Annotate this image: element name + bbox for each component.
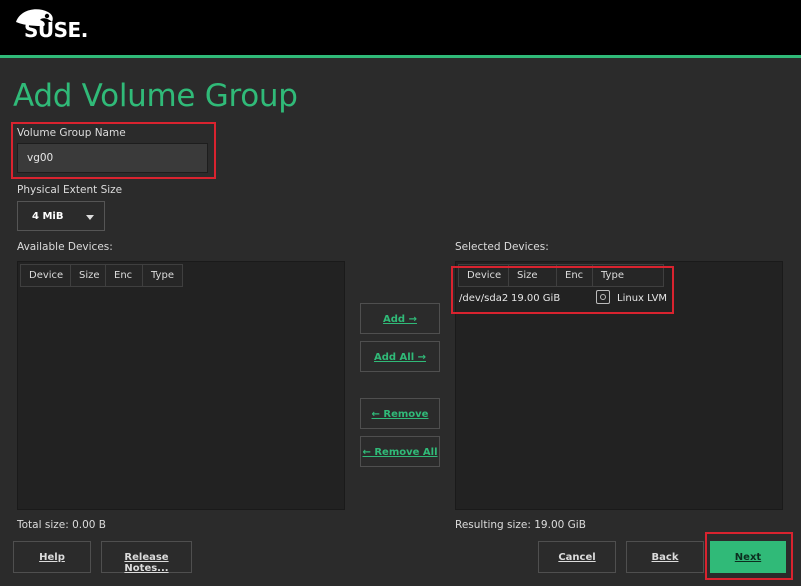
help-button[interactable]: Help	[13, 541, 91, 573]
top-bar: SUSE.	[0, 0, 801, 55]
chevron-down-icon	[86, 215, 94, 220]
brand-wordmark: SUSE.	[24, 18, 88, 42]
help-button-label: Help	[39, 552, 65, 563]
extent-size-value: 4 MiB	[32, 211, 64, 222]
extent-size-dropdown[interactable]: 4 MiB	[17, 201, 105, 231]
remove-all-button[interactable]: ← Remove All	[360, 436, 440, 467]
add-all-button[interactable]: Add All →	[360, 341, 440, 372]
cancel-button-label: Cancel	[558, 552, 596, 563]
vg-name-input[interactable]	[17, 143, 208, 173]
back-button-label: Back	[651, 552, 679, 563]
remove-button-label: ← Remove	[371, 409, 429, 420]
resulting-size: Resulting size: 19.00 GiB	[455, 519, 586, 531]
highlight-selected-devices	[451, 266, 674, 314]
available-col-type[interactable]: Type	[142, 264, 183, 287]
available-total-size: Total size: 0.00 B	[17, 519, 107, 531]
available-devices-table[interactable]: Device Size Enc Type	[17, 261, 345, 510]
cancel-button[interactable]: Cancel	[538, 541, 616, 573]
vg-name-label: Volume Group Name	[17, 127, 126, 139]
available-col-enc[interactable]: Enc	[105, 264, 143, 287]
highlight-next-button	[705, 532, 793, 580]
remove-button[interactable]: ← Remove	[360, 398, 440, 429]
page-title: Add Volume Group	[13, 78, 298, 114]
release-notes-button[interactable]: Release Notes...	[101, 541, 192, 574]
release-notes-button-label: Release Notes...	[124, 552, 169, 574]
back-button[interactable]: Back	[626, 541, 704, 573]
accent-line	[0, 55, 801, 58]
available-devices-label: Available Devices:	[17, 241, 113, 253]
available-col-device[interactable]: Device	[20, 264, 71, 287]
remove-all-button-label: ← Remove All	[362, 447, 438, 458]
add-button-label: Add →	[383, 314, 417, 325]
add-button[interactable]: Add →	[360, 303, 440, 334]
available-col-size[interactable]: Size	[70, 264, 106, 287]
extent-size-label: Physical Extent Size	[17, 184, 123, 196]
selected-devices-label: Selected Devices:	[455, 241, 549, 253]
add-all-button-label: Add All →	[374, 352, 426, 363]
